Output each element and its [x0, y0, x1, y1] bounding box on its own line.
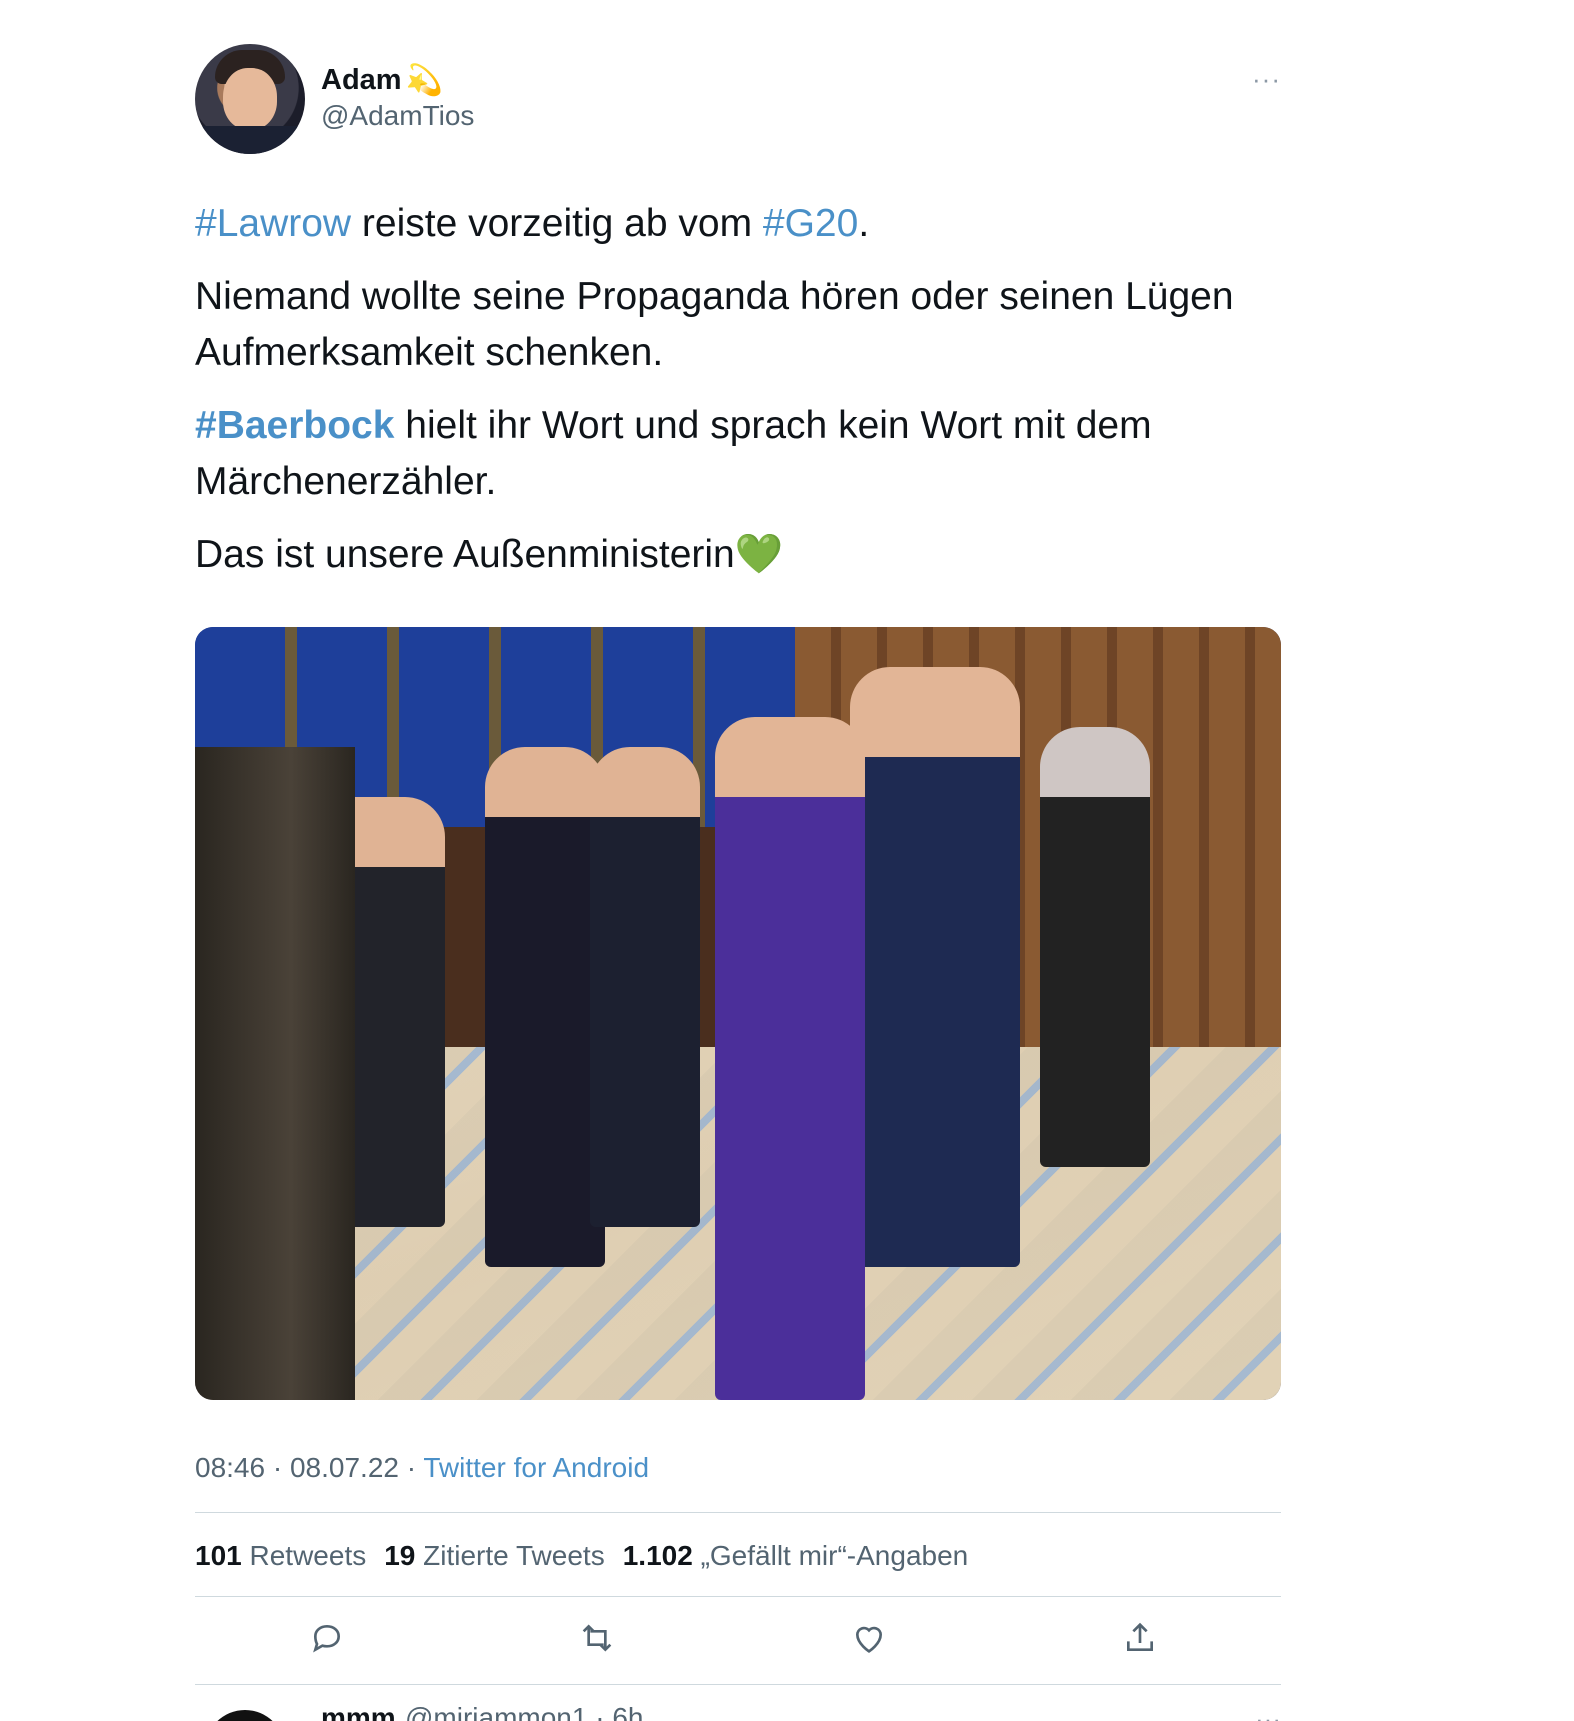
- quotes-label: Zitierte Tweets: [423, 1540, 605, 1571]
- tweet-paragraph-4: Das ist unsere Außenministerin💚: [195, 527, 1281, 583]
- likes-count: 1.102: [622, 1540, 693, 1571]
- meta-separator: ·: [398, 1452, 424, 1483]
- tweet-text-segment: .: [858, 202, 870, 245]
- tweet-stats: 101 Retweets 19 Zitierte Tweets 1.102 „G…: [195, 1540, 968, 1572]
- meta-separator: ·: [265, 1452, 290, 1483]
- green-heart-icon: 💚: [734, 533, 784, 576]
- more-icon[interactable]: ···: [1255, 1704, 1281, 1721]
- tweet-actions: [195, 1618, 1281, 1668]
- tweet-paragraph-1: #Lawrow reiste vorzeitig ab vom #G20.: [195, 196, 1281, 252]
- author-name-row[interactable]: Adam 💫: [321, 62, 443, 98]
- photo-person: [715, 717, 865, 1400]
- hashtag-link[interactable]: #Baerbock: [195, 404, 394, 447]
- dizzy-emoji-icon: 💫: [405, 63, 443, 97]
- divider: [195, 1596, 1281, 1597]
- reply-author-handle[interactable]: @miriammon1 · 6h: [405, 1702, 643, 1721]
- reply-icon: [313, 1624, 341, 1653]
- hashtag-link[interactable]: #Lawrow: [195, 202, 351, 245]
- tweet-text-segment: Das ist unsere Außenministerin: [195, 533, 735, 576]
- retweets-label: Retweets: [249, 1540, 367, 1571]
- author-handle[interactable]: @AdamTios: [321, 100, 474, 132]
- photo-person: [1040, 727, 1150, 1167]
- retweets-stat[interactable]: 101 Retweets: [195, 1540, 366, 1572]
- tweet-text: #Lawrow reiste vorzeitig ab vom #G20. Ni…: [195, 196, 1281, 600]
- reply-button[interactable]: [307, 1618, 353, 1664]
- author-display-name[interactable]: Adam: [321, 64, 402, 97]
- avatar-shirt: [195, 126, 305, 154]
- tweet-date[interactable]: 08.07.22: [290, 1452, 399, 1483]
- author-avatar[interactable]: [195, 44, 305, 154]
- retweet-icon: [582, 1624, 612, 1652]
- reply-author-avatar[interactable]: [205, 1710, 285, 1721]
- quotes-count: 19: [384, 1540, 416, 1571]
- more-icon[interactable]: ···: [1252, 64, 1281, 95]
- tweet-source-link[interactable]: Twitter for Android: [423, 1452, 649, 1483]
- tweet-text-segment: reiste vorzeitig ab vom: [351, 202, 763, 245]
- like-button[interactable]: [849, 1618, 895, 1664]
- next-reply-preview[interactable]: mmm @miriammon1 · 6h ···: [195, 1702, 1281, 1721]
- tweet-paragraph-2: Niemand wollte seine Propaganda hören od…: [195, 275, 1234, 374]
- hashtag-link[interactable]: #G20: [763, 202, 858, 245]
- divider: [195, 1512, 1281, 1513]
- like-icon: [855, 1626, 883, 1653]
- likes-stat[interactable]: 1.102 „Gefällt mir“-Angaben: [623, 1540, 969, 1572]
- reply-author-name[interactable]: mmm: [321, 1702, 396, 1721]
- divider: [195, 1684, 1281, 1685]
- photo-person: [850, 667, 1020, 1267]
- quotes-stat[interactable]: 19 Zitierte Tweets: [384, 1540, 605, 1572]
- photo-person: [485, 747, 605, 1267]
- share-button[interactable]: [1120, 1618, 1166, 1664]
- tweet-time[interactable]: 08:46: [195, 1452, 265, 1483]
- tweet-photo[interactable]: [195, 627, 1281, 1400]
- photo-person: [590, 747, 700, 1227]
- tweet-paragraph-3: #Baerbock hielt ihr Wort und sprach kein…: [195, 398, 1281, 510]
- tweet-meta: 08:46 · 08.07.22 · Twitter for Android: [195, 1452, 649, 1484]
- likes-label: „Gefällt mir“-Angaben: [700, 1540, 969, 1571]
- tweet-header: Adam 💫 @AdamTios ···: [195, 44, 1281, 154]
- retweets-count: 101: [195, 1540, 242, 1571]
- retweet-button[interactable]: [577, 1618, 623, 1664]
- photo-ornament: [195, 747, 355, 1400]
- avatar-face: [223, 68, 277, 130]
- share-icon: [1127, 1622, 1153, 1651]
